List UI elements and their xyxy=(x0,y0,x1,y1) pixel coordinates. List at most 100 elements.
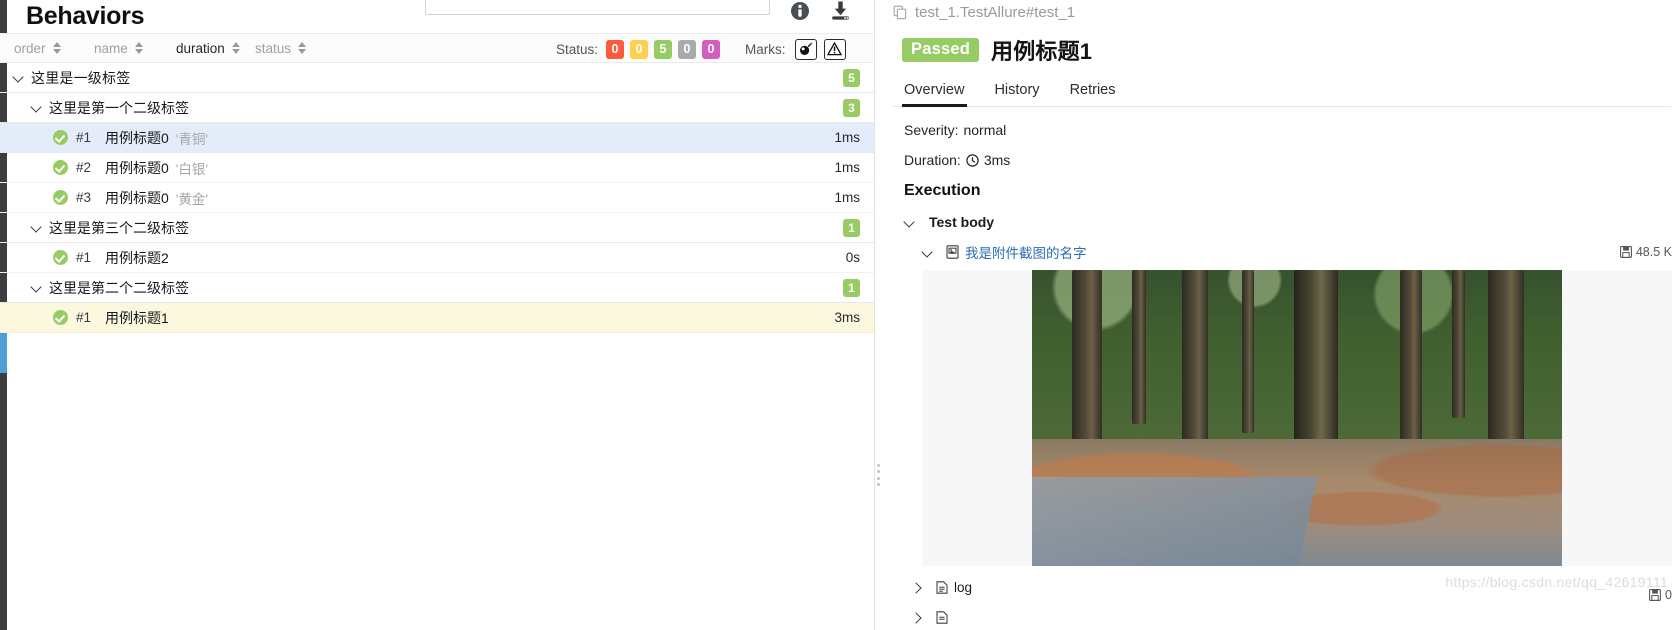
column-label-order: order xyxy=(14,40,46,56)
chevron-down-icon[interactable] xyxy=(31,102,42,113)
log-attachment-row[interactable]: log xyxy=(893,580,1680,595)
test-title-row: Passed 用例标题1 xyxy=(893,34,1680,66)
attachment-file-icon xyxy=(946,245,959,259)
tree-group-row[interactable]: 这里是一级标签 5 xyxy=(0,63,874,93)
row-right: 1ms xyxy=(834,190,860,205)
allure-report-app: Behaviors order name duration status Sta… xyxy=(0,0,1680,630)
passed-status-icon xyxy=(53,190,68,205)
test-full-name-row[interactable]: test_1.TestAllure#test_1 xyxy=(893,1,1680,23)
column-sort-name[interactable]: name xyxy=(94,41,176,56)
tree-group-label: 这里是第二个二级标签 xyxy=(49,279,189,296)
case-index: #1 xyxy=(76,250,92,265)
chevron-down-icon[interactable] xyxy=(31,282,42,293)
column-sort-duration[interactable]: duration xyxy=(176,41,255,56)
case-index: #3 xyxy=(76,190,92,205)
tree-case-row[interactable]: #1 用例标题0 '青铜' 1ms xyxy=(0,123,874,153)
download-icon[interactable] xyxy=(830,0,851,21)
tree-group-row[interactable]: 这里是第一个二级标签 3 xyxy=(0,93,874,123)
tab-overview[interactable]: Overview xyxy=(902,78,979,107)
status-filter-group: Status: 0 0 5 0 0 xyxy=(556,34,721,64)
status-chip-skipped[interactable]: 0 xyxy=(678,39,697,59)
tree-group-label: 这里是第三个二级标签 xyxy=(49,219,189,236)
left-panel-header: Behaviors xyxy=(0,0,874,33)
chevron-right-icon[interactable] xyxy=(912,612,923,623)
test-body-label: Test body xyxy=(929,214,995,230)
duration-line: Duration: 3ms xyxy=(904,152,1680,168)
tab-history[interactable]: History xyxy=(979,78,1054,106)
tree-case-row[interactable]: #2 用例标题0 '白银' 1ms xyxy=(0,153,874,183)
tree-case-row[interactable]: #1 用例标题2 0s xyxy=(0,243,874,273)
case-index: #1 xyxy=(76,130,92,145)
search-input[interactable] xyxy=(426,0,769,14)
test-full-name: test_1.TestAllure#test_1 xyxy=(915,3,1076,21)
passed-status-icon xyxy=(53,130,68,145)
row-right: 1ms xyxy=(834,130,860,145)
case-duration: 0s xyxy=(845,250,860,265)
tree-group-row[interactable]: 这里是第三个二级标签 1 xyxy=(0,213,874,243)
tree-group-row[interactable]: 这里是第二个二级标签 1 xyxy=(0,273,874,303)
sort-arrows-icon[interactable] xyxy=(52,42,61,54)
row-right: 5 xyxy=(843,68,860,87)
test-title: 用例标题1 xyxy=(991,39,1093,64)
test-body-row[interactable]: Test body xyxy=(893,214,1680,230)
case-name: 用例标题2 xyxy=(105,249,169,266)
sort-arrows-icon[interactable] xyxy=(134,42,143,54)
chevron-down-icon[interactable] xyxy=(13,72,24,83)
row-right: 1 xyxy=(843,278,860,297)
status-chip-unknown[interactable]: 0 xyxy=(702,39,721,59)
tab-retries[interactable]: Retries xyxy=(1055,78,1131,106)
row-right: 0s xyxy=(846,250,860,265)
severity-value: normal xyxy=(963,122,1007,138)
splitter-grip-icon[interactable] xyxy=(877,464,881,486)
status-chip-passed[interactable]: 5 xyxy=(654,39,673,59)
sort-arrows-icon[interactable] xyxy=(298,42,307,54)
case-name: 用例标题0 xyxy=(105,159,169,176)
tree-case-row[interactable]: #3 用例标题0 '黄金' 1ms xyxy=(0,183,874,213)
panel-splitter[interactable] xyxy=(875,0,883,630)
tree-group-label: 这里是一级标签 xyxy=(31,69,131,86)
flaky-bomb-icon[interactable] xyxy=(794,38,817,60)
marks-filter-group: Marks: xyxy=(745,34,846,64)
sort-arrows-icon[interactable] xyxy=(231,42,240,54)
passed-count-badge: 5 xyxy=(843,68,860,87)
left-panel-toolbar xyxy=(790,0,851,21)
column-sort-order[interactable]: order xyxy=(14,41,94,56)
attachment-preview xyxy=(922,270,1672,566)
second-attachment-row[interactable] xyxy=(893,611,1680,624)
tree-group-label: 这里是第一个二级标签 xyxy=(49,99,189,116)
attachment-label: 我是附件截图的名字 xyxy=(965,246,1087,261)
log-label: log xyxy=(954,580,973,595)
status-chip-failed[interactable]: 0 xyxy=(606,39,625,59)
chevron-right-icon[interactable] xyxy=(912,582,923,593)
attachment-size: 48.5 K xyxy=(1619,245,1672,259)
copy-icon[interactable] xyxy=(893,5,908,20)
case-tag: '白银' xyxy=(175,161,208,177)
case-name: 用例标题0 xyxy=(105,129,169,146)
info-icon[interactable] xyxy=(790,1,810,21)
behaviors-tree: 这里是一级标签 5 这里是第一个二级标签 3 #1 用例标题0 '青铜' 1ms… xyxy=(0,63,874,630)
attachment-row[interactable]: 我是附件截图的名字 48.5 K xyxy=(893,242,1680,262)
marks-filter-label: Marks: xyxy=(745,41,786,57)
warning-triangle-icon[interactable] xyxy=(823,38,846,60)
save-icon xyxy=(1619,246,1632,258)
status-badge: Passed xyxy=(902,38,979,62)
chevron-down-icon[interactable] xyxy=(922,247,933,258)
case-name: 用例标题1 xyxy=(105,309,169,326)
chevron-down-icon[interactable] xyxy=(904,217,915,228)
bottom-attachment-size: 0 xyxy=(1649,588,1672,602)
column-label-duration: duration xyxy=(176,40,225,56)
passed-count-badge: 1 xyxy=(843,278,860,297)
passed-status-icon xyxy=(53,250,68,265)
case-duration: 3ms xyxy=(834,310,860,325)
page-title: Behaviors xyxy=(26,2,145,30)
status-filter-label: Status: xyxy=(556,41,599,57)
chevron-down-icon[interactable] xyxy=(31,222,42,233)
status-chip-broken[interactable]: 0 xyxy=(630,39,649,59)
tree-case-row-selected[interactable]: #1 用例标题1 3ms xyxy=(0,303,874,333)
column-label-status: status xyxy=(255,40,292,56)
column-sort-status[interactable]: status xyxy=(255,41,335,56)
tree-column-header: order name duration status Status: 0 0 5… xyxy=(0,33,874,63)
log-file-icon xyxy=(936,581,948,594)
severity-label: Severity: xyxy=(904,122,959,138)
search-box[interactable] xyxy=(425,0,770,15)
